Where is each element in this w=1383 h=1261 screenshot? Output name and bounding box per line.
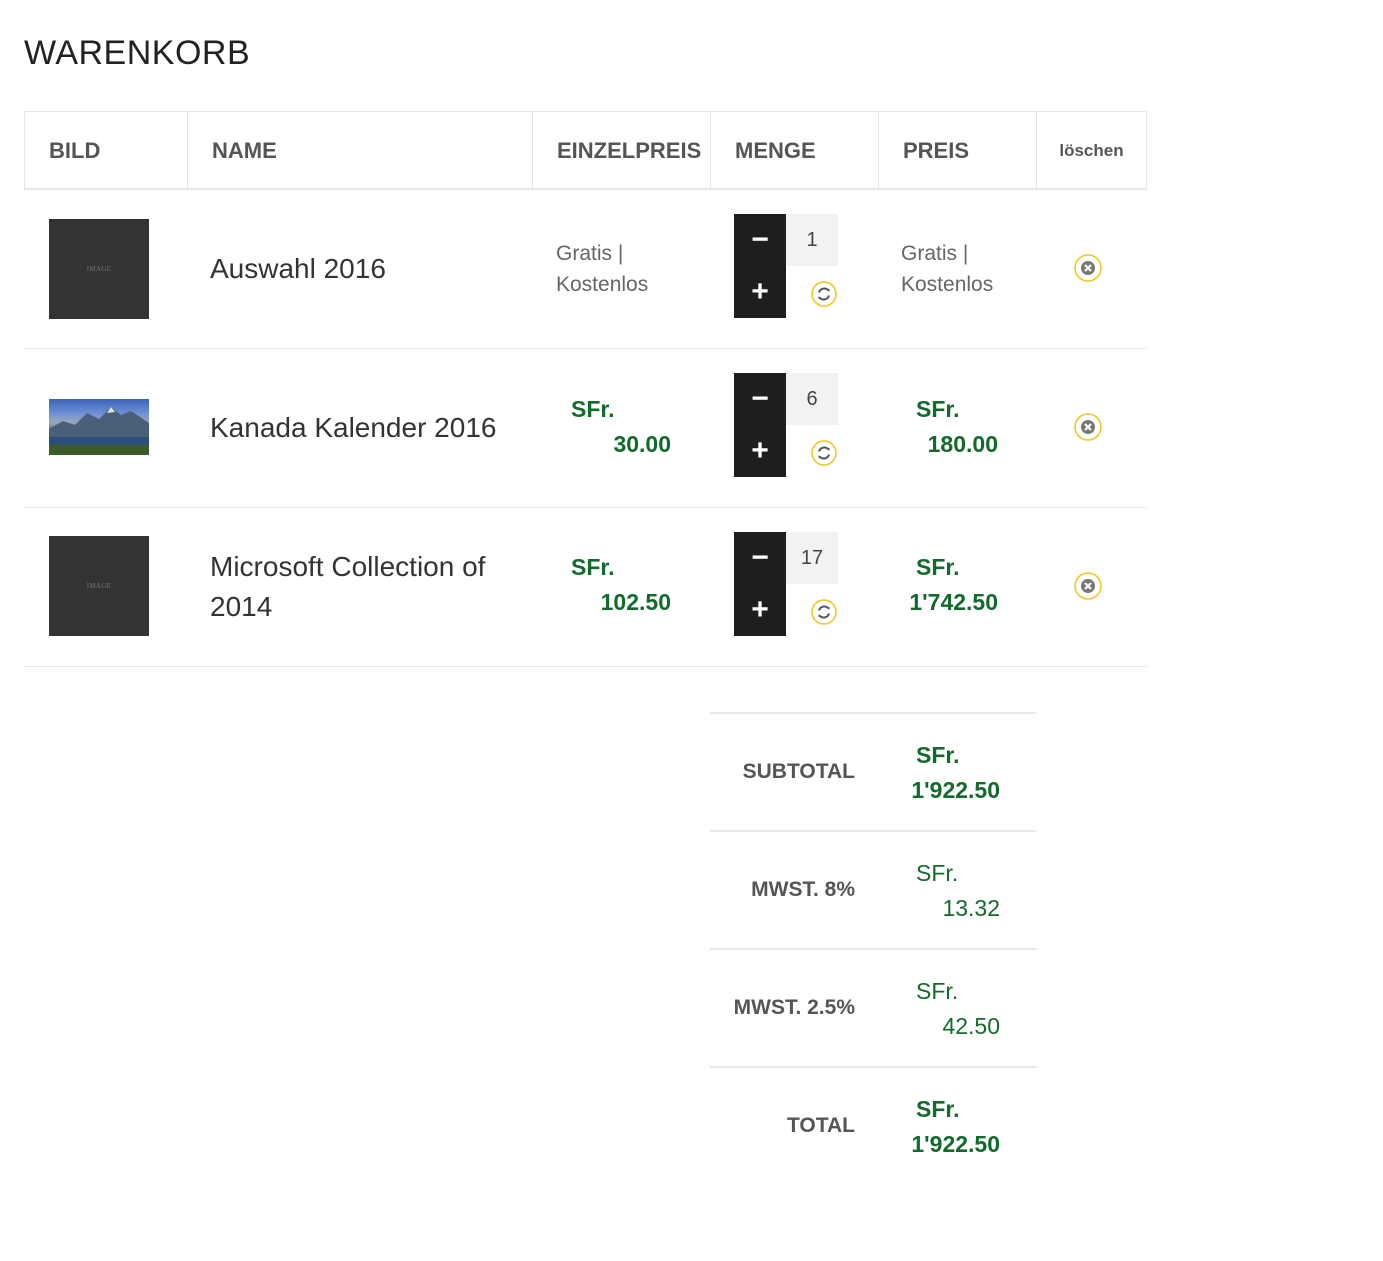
total-row: TOTAL SFr. 1'922.50 [710,1066,1036,1184]
vat-8-currency: SFr. [916,860,959,886]
subtotal-label: SUBTOTAL [742,760,855,783]
column-header-quantity: MENGE [710,112,878,189]
unit-price: SFr. 30.00 [571,392,671,462]
column-header-image: BILD [49,137,101,163]
subtotal-amount: 1'922.50 [911,777,1000,803]
line-price-currency: Gratis | [901,242,969,265]
line-price-currency: SFr. [916,554,960,580]
increase-quantity-button[interactable]: + [734,266,786,318]
unit-price-amount: 102.50 [600,589,671,615]
product-image[interactable]: IMAGE [49,536,149,636]
decrease-quantity-button[interactable]: − [734,532,786,584]
unit-price-currency: SFr. [571,554,615,580]
product-image[interactable] [49,399,149,455]
unit-price: SFr. 102.50 [571,550,671,620]
quantity-stepper: − + 1 [734,214,838,318]
vat-25-currency: SFr. [916,978,959,1004]
total-label: TOTAL [786,1114,855,1137]
product-image[interactable]: IMAGE [49,219,149,319]
line-price: Gratis | Kostenlos [901,238,1021,300]
vat-25-amount: 42.50 [942,1013,1000,1039]
landscape-image [49,407,149,455]
subtotal-value: SFr. 1'922.50 [900,738,1000,808]
subtotal-row: SUBTOTAL SFr. 1'922.50 [710,712,1036,830]
line-price: SFr. 180.00 [898,392,998,462]
remove-icon[interactable] [1074,413,1102,441]
vat-25-value: SFr. 42.50 [900,974,1000,1044]
quantity-input[interactable]: 17 [786,532,838,584]
vat-8-value: SFr. 13.32 [900,856,1000,926]
decrease-quantity-button[interactable]: − [734,214,786,266]
subtotal-currency: SFr. [916,742,960,768]
increase-quantity-button[interactable]: + [734,584,786,636]
vat-25-row: MWST. 2.5% SFr. 42.50 [710,948,1036,1066]
vat-8-label: MWST. 8% [751,878,855,901]
column-header-name: NAME [187,112,532,189]
product-name[interactable]: Microsoft Collection of 2014 [210,547,510,627]
total-currency: SFr. [916,1096,960,1122]
image-placeholder-label: IMAGE [86,582,112,590]
decrease-quantity-button[interactable]: − [734,373,786,425]
refresh-icon[interactable] [811,281,837,307]
refresh-icon[interactable] [811,440,837,466]
table-row: Kanada Kalender 2016 SFr. 30.00 − + 6 SF… [24,349,1147,508]
column-header-price: PREIS [878,112,1036,189]
cart-table: BILD NAME EINZELPREIS MENGE PREIS lösche… [24,111,1147,667]
product-name[interactable]: Auswahl 2016 [210,249,510,289]
increase-quantity-button[interactable]: + [734,425,786,477]
total-value: SFr. 1'922.50 [900,1092,1000,1162]
quantity-stepper: − + 17 [734,532,838,636]
quantity-input[interactable]: 1 [786,214,838,266]
product-name[interactable]: Kanada Kalender 2016 [210,408,510,448]
table-header: BILD NAME EINZELPREIS MENGE PREIS lösche… [24,111,1147,190]
unit-price-currency: Gratis | [556,242,624,265]
line-price-amount: 1'742.50 [909,589,998,615]
remove-icon[interactable] [1074,254,1102,282]
unit-price: Gratis | Kostenlos [556,238,676,300]
column-header-delete: löschen [1036,112,1146,189]
line-price-currency: SFr. [916,396,960,422]
vat-8-amount: 13.32 [942,895,1000,921]
quantity-input[interactable]: 6 [786,373,838,425]
refresh-icon[interactable] [811,599,837,625]
remove-icon[interactable] [1074,572,1102,600]
total-amount: 1'922.50 [911,1131,1000,1157]
line-price-amount: Kostenlos [901,273,994,296]
unit-price-amount: 30.00 [613,431,671,457]
column-header-unit-price: EINZELPREIS [532,112,710,189]
cart-totals: SUBTOTAL SFr. 1'922.50 MWST. 8% SFr. 13.… [710,712,1036,1184]
line-price: SFr. 1'742.50 [898,550,998,620]
unit-price-currency: SFr. [571,396,615,422]
image-placeholder-label: IMAGE [86,265,112,273]
unit-price-amount: Kostenlos [556,273,649,296]
vat-25-label: MWST. 2.5% [733,996,855,1019]
table-row: IMAGE Microsoft Collection of 2014 SFr. … [24,508,1147,667]
vat-8-row: MWST. 8% SFr. 13.32 [710,830,1036,948]
quantity-stepper: − + 6 [734,373,838,477]
line-price-amount: 180.00 [927,431,998,457]
page-title: WARENKORB [24,34,251,72]
table-row: IMAGE Auswahl 2016 Gratis | Kostenlos − … [24,190,1147,349]
